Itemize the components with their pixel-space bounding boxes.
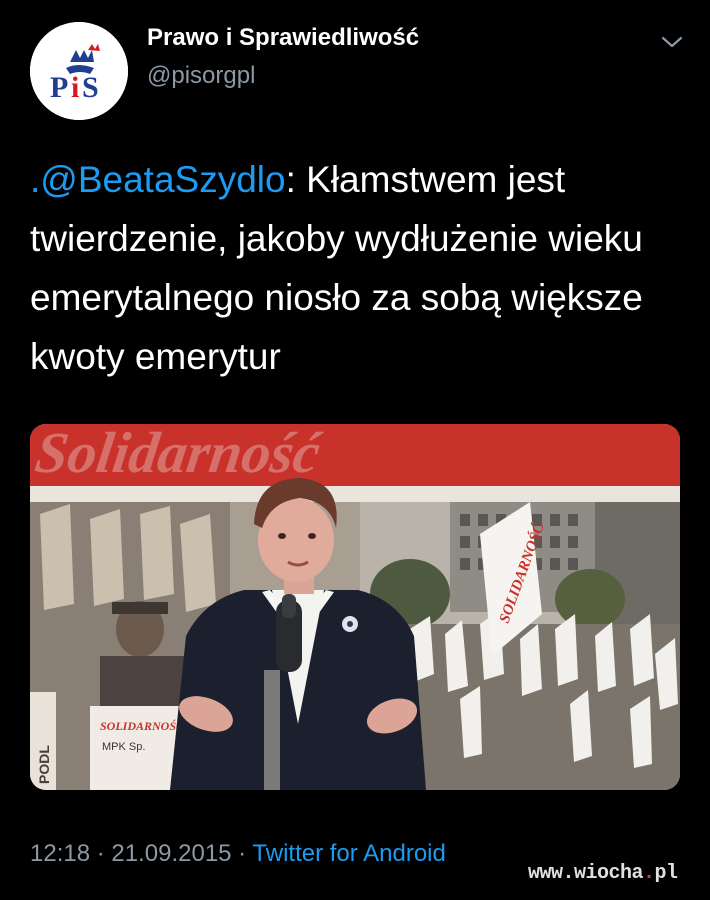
tweet-photo[interactable]: Solidarność SOLIDARNOŚĆ PODL SOLIDARNOŚĆ… bbox=[30, 424, 680, 790]
author-handle[interactable]: @pisorgpl bbox=[147, 62, 255, 90]
sign-text: PODL bbox=[36, 745, 52, 784]
banner-text: Solidarność bbox=[31, 424, 326, 485]
watermark-dot: . bbox=[643, 862, 655, 885]
tweet-line: emerytalnego niosło za sobą większe bbox=[30, 277, 643, 318]
svg-text:S: S bbox=[82, 71, 99, 104]
author-display-name[interactable]: Prawo i Sprawiedliwość bbox=[147, 24, 419, 52]
tweet-line: : Kłamstwem jest bbox=[285, 159, 566, 200]
meta-separator: · bbox=[90, 840, 112, 867]
svg-text:P: P bbox=[50, 71, 68, 104]
tweet-line: twierdzenie, jakoby wydłużenie wieku bbox=[30, 218, 643, 259]
watermark: www.wiocha.pl bbox=[528, 862, 678, 885]
tweet-time: 12:18 bbox=[30, 840, 91, 867]
meta-separator: · bbox=[231, 840, 253, 867]
tweet-text: .@BeataSzydlo: Kłamstwem jest twierdzenie… bbox=[30, 150, 690, 386]
tweet-date: 21.09.2015 bbox=[111, 840, 232, 867]
chevron-down-icon[interactable] bbox=[660, 34, 684, 50]
pis-logo-icon: P i S bbox=[30, 22, 128, 120]
sign-text: SOLIDARNOŚĆ bbox=[100, 719, 185, 733]
sign-text: MPK Sp. bbox=[102, 741, 145, 753]
mention-link[interactable]: .@BeataSzydlo bbox=[30, 159, 286, 200]
tweet-source-link[interactable]: Twitter for Android bbox=[252, 840, 445, 867]
photo-scene: Solidarność SOLIDARNOŚĆ PODL SOLIDARNOŚĆ… bbox=[30, 424, 680, 790]
svg-text:i: i bbox=[71, 71, 79, 104]
tweet-line: kwoty emerytur bbox=[30, 336, 281, 377]
tweet-meta: 12:18 · 21.09.2015 · Twitter for Android bbox=[30, 840, 446, 868]
watermark-suffix: pl bbox=[654, 862, 679, 885]
avatar[interactable]: P i S bbox=[30, 22, 128, 120]
watermark-prefix: www.wiocha bbox=[528, 862, 644, 885]
